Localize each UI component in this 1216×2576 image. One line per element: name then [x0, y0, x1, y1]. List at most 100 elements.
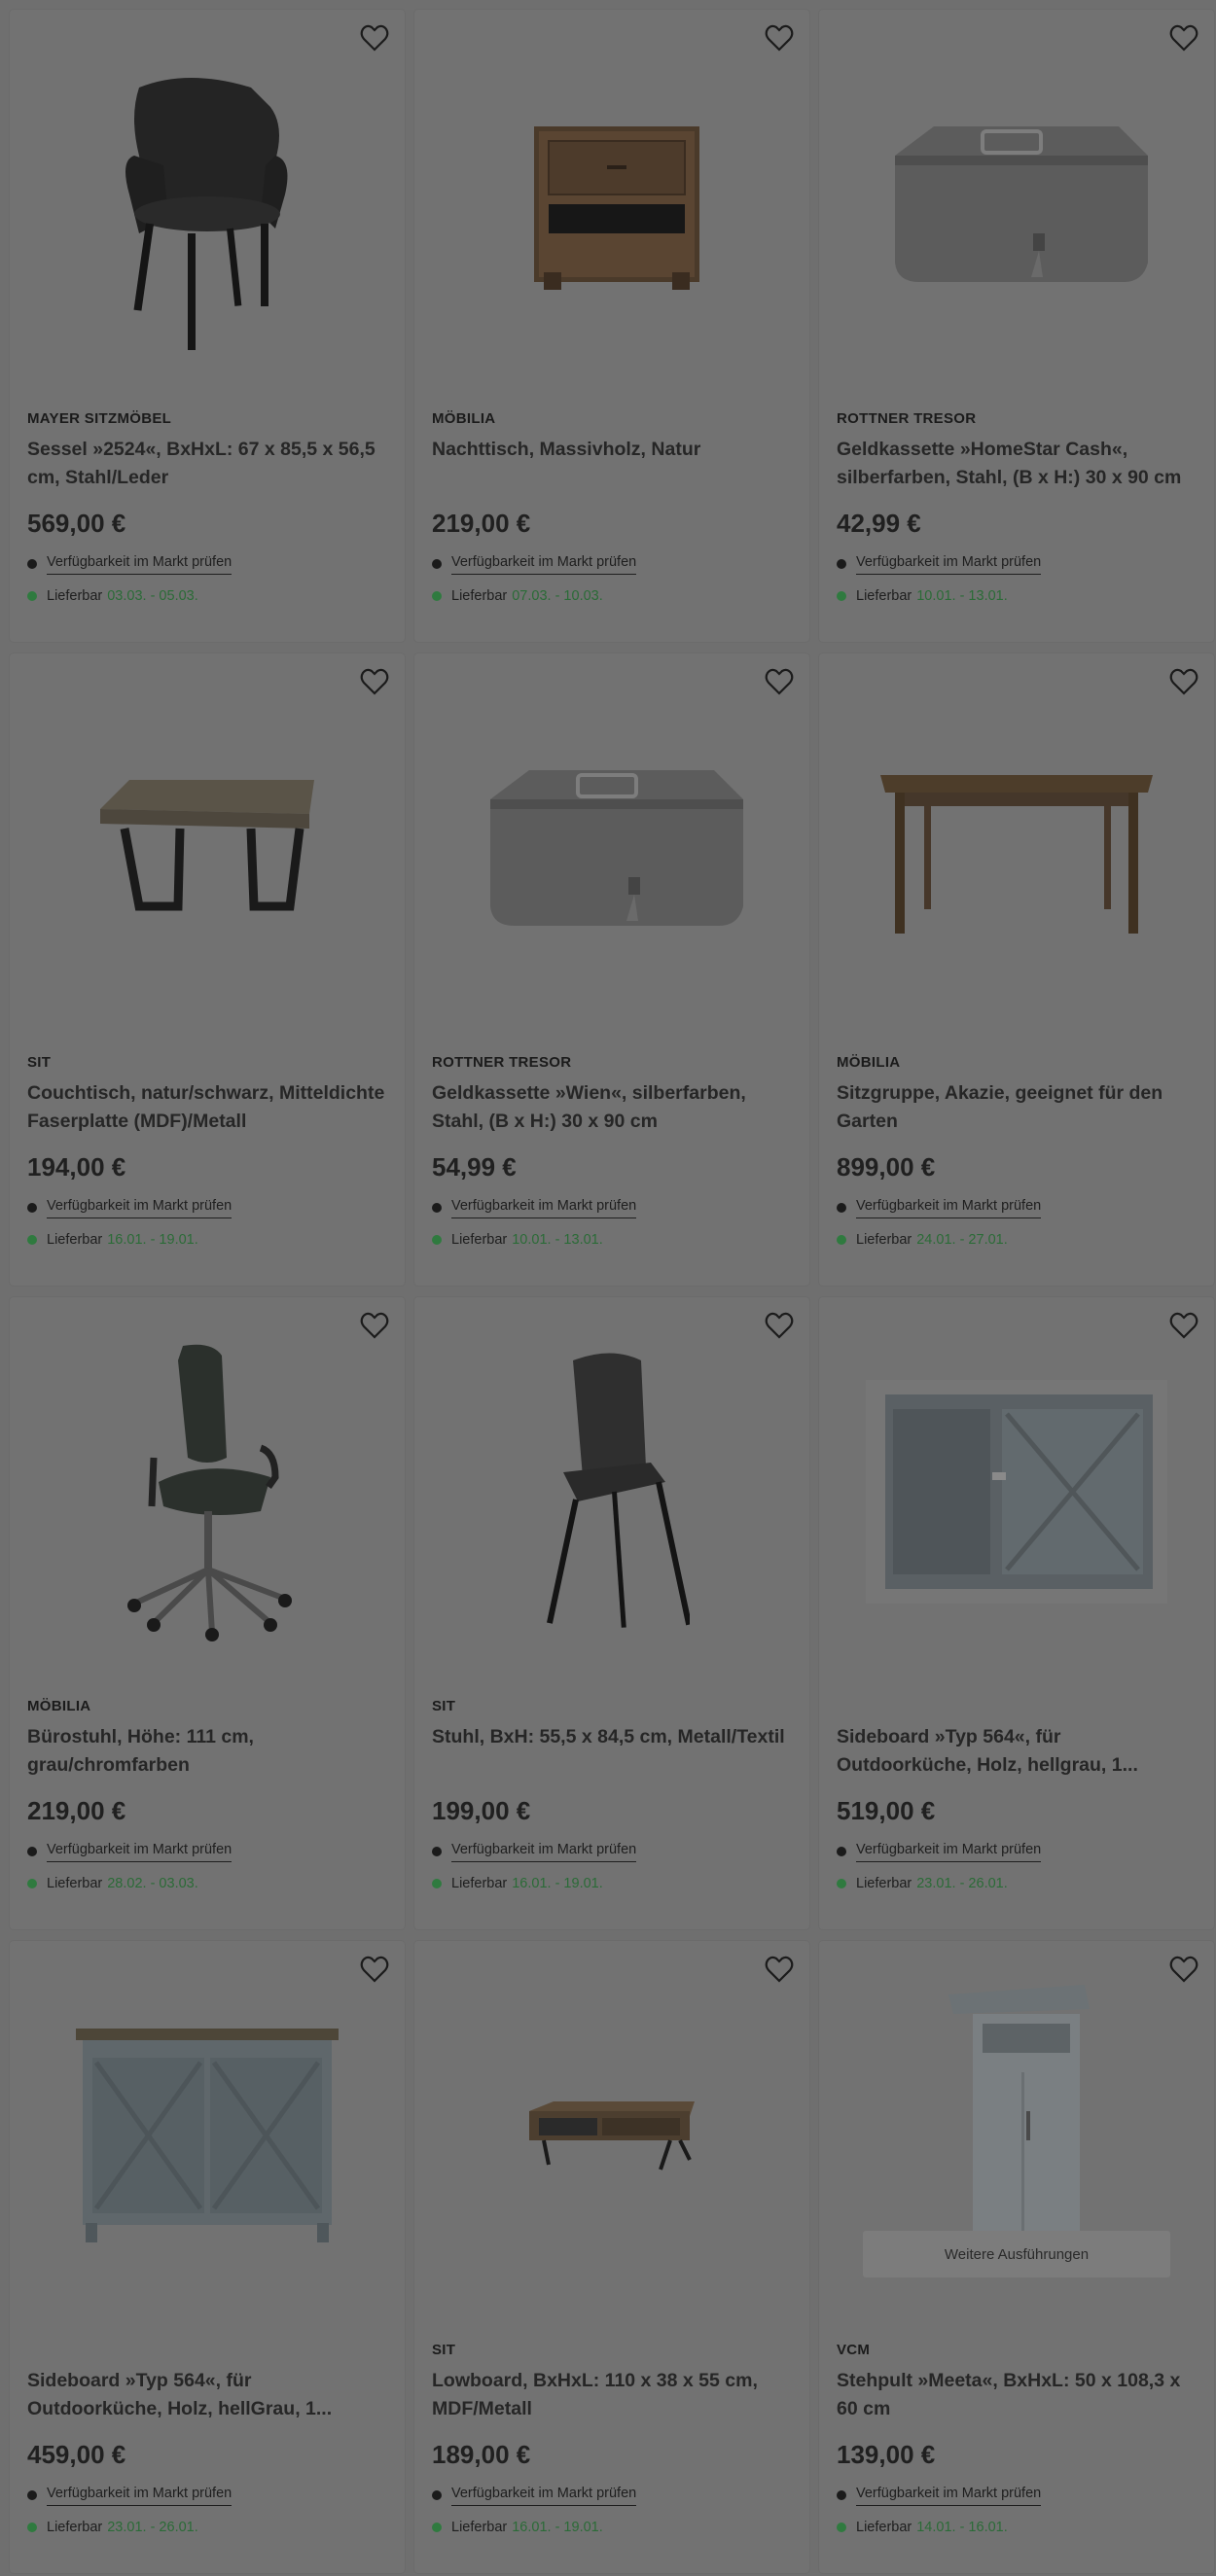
delivery-label: Lieferbar — [451, 588, 508, 604]
product-title[interactable]: Geldkassette »HomeStar Cash«, silberfarb… — [837, 436, 1198, 492]
product-brand: VCM — [837, 2342, 871, 2358]
favorite-heart-icon[interactable] — [1167, 1953, 1200, 1986]
product-card[interactable]: ROTTNER TRESOR Geldkassette »HomeStar Ca… — [819, 10, 1214, 642]
product-info: MÖBILIA Bürostuhl, Höhe: 111 cm, grau/ch… — [27, 1698, 389, 1891]
product-card[interactable]: Sideboard »Typ 564«, für Outdoorküche, H… — [10, 1941, 405, 2573]
product-image[interactable] — [414, 10, 809, 399]
check-availability-link[interactable]: Verfügbarkeit im Markt prüfen — [451, 1198, 637, 1218]
favorite-heart-icon[interactable] — [358, 1309, 391, 1342]
product-info: ROTTNER TRESOR Geldkassette »Wien«, silb… — [432, 1054, 794, 1248]
favorite-heart-icon[interactable] — [763, 665, 796, 698]
check-availability-link[interactable]: Verfügbarkeit im Markt prüfen — [47, 1842, 232, 1862]
product-image[interactable] — [819, 653, 1214, 1042]
product-image[interactable] — [10, 1941, 405, 2330]
product-image[interactable] — [10, 653, 405, 1042]
product-title[interactable]: Bürostuhl, Höhe: 111 cm, grau/chromfarbe… — [27, 1723, 389, 1780]
delivery-label: Lieferbar — [856, 2520, 912, 2535]
product-info: SIT Stuhl, BxH: 55,5 x 84,5 cm, Metall/T… — [432, 1698, 794, 1891]
product-card[interactable]: SIT Stuhl, BxH: 55,5 x 84,5 cm, Metall/T… — [414, 1297, 809, 1929]
product-image[interactable] — [819, 10, 1214, 399]
delivery-row: Lieferbar 07.03. - 10.03. — [432, 588, 794, 604]
product-price: 219,00 € — [27, 1796, 126, 1825]
delivery-dot-icon — [27, 591, 37, 601]
product-info: MAYER SITZMÖBEL Sessel »2524«, BxHxL: 67… — [27, 410, 389, 604]
product-title[interactable]: Couchtisch, natur/schwarz, Mitteldichte … — [27, 1079, 389, 1136]
product-price: 194,00 € — [27, 1152, 126, 1182]
product-image[interactable] — [10, 1297, 405, 1686]
product-title[interactable]: Sessel »2524«, BxHxL: 67 x 85,5 x 56,5 c… — [27, 436, 389, 492]
product-image[interactable] — [819, 1297, 1214, 1686]
check-availability-link[interactable]: Verfügbarkeit im Markt prüfen — [451, 2486, 637, 2506]
product-price: 519,00 € — [837, 1796, 936, 1825]
delivery-label: Lieferbar — [856, 1876, 912, 1891]
delivery-dot-icon — [27, 1235, 37, 1245]
availability-dot-icon — [837, 1847, 846, 1856]
delivery-dot-icon — [432, 591, 442, 601]
delivery-label: Lieferbar — [451, 2520, 508, 2535]
nightstand-image — [534, 126, 699, 290]
availability-dot-icon — [27, 1847, 37, 1856]
delivery-row: Lieferbar 14.01. - 16.01. — [837, 2520, 1198, 2535]
delivery-dot-icon — [837, 2523, 846, 2532]
delivery-dates: 14.01. - 16.01. — [916, 2520, 1008, 2535]
product-image[interactable] — [414, 653, 809, 1042]
favorite-heart-icon[interactable] — [358, 21, 391, 54]
favorite-heart-icon[interactable] — [1167, 665, 1200, 698]
availability-dot-icon — [27, 2490, 37, 2500]
product-image[interactable] — [10, 10, 405, 399]
product-image[interactable] — [414, 1941, 809, 2330]
favorite-heart-icon[interactable] — [1167, 21, 1200, 54]
check-availability-link[interactable]: Verfügbarkeit im Markt prüfen — [47, 554, 232, 575]
check-availability-link[interactable]: Verfügbarkeit im Markt prüfen — [451, 1842, 637, 1862]
product-card[interactable]: MÖBILIA Sitzgruppe, Akazie, geeignet für… — [819, 653, 1214, 1286]
delivery-dates: 23.01. - 26.01. — [107, 2520, 198, 2535]
delivery-label: Lieferbar — [856, 1232, 912, 1248]
availability-row: Verfügbarkeit im Markt prüfen — [27, 2484, 389, 2507]
availability-dot-icon — [432, 559, 442, 569]
dining-chair-image — [547, 1353, 690, 1628]
product-card[interactable]: Weitere Ausführungen VCM Stehpult »Meeta… — [819, 1941, 1214, 2573]
favorite-heart-icon[interactable] — [763, 21, 796, 54]
product-price: 899,00 € — [837, 1152, 936, 1182]
product-brand — [27, 2342, 389, 2361]
check-availability-link[interactable]: Verfügbarkeit im Markt prüfen — [856, 1198, 1042, 1218]
check-availability-link[interactable]: Verfügbarkeit im Markt prüfen — [47, 1198, 232, 1218]
product-title[interactable]: Lowboard, BxHxL: 110 x 38 x 55 cm, MDF/M… — [432, 2367, 794, 2423]
product-title[interactable]: Sitzgruppe, Akazie, geeignet für den Gar… — [837, 1079, 1198, 1136]
check-availability-link[interactable]: Verfügbarkeit im Markt prüfen — [47, 2486, 232, 2506]
product-price: 219,00 € — [432, 509, 531, 538]
favorite-heart-icon[interactable] — [763, 1953, 796, 1986]
product-card[interactable]: MÖBILIA Bürostuhl, Höhe: 111 cm, grau/ch… — [10, 1297, 405, 1929]
product-card[interactable]: Sideboard »Typ 564«, für Outdoorküche, H… — [819, 1297, 1214, 1929]
delivery-row: Lieferbar 16.01. - 19.01. — [27, 1232, 389, 1248]
product-title[interactable]: Geldkassette »Wien«, silberfarben, Stahl… — [432, 1079, 794, 1136]
check-availability-link[interactable]: Verfügbarkeit im Markt prüfen — [451, 554, 637, 575]
delivery-row: Lieferbar 03.03. - 05.03. — [27, 588, 389, 604]
delivery-dates: 10.01. - 13.01. — [916, 588, 1008, 604]
product-card[interactable]: SIT Lowboard, BxHxL: 110 x 38 x 55 cm, M… — [414, 1941, 809, 2573]
check-availability-link[interactable]: Verfügbarkeit im Markt prüfen — [856, 554, 1042, 575]
check-availability-link[interactable]: Verfügbarkeit im Markt prüfen — [856, 1842, 1042, 1862]
check-availability-link[interactable]: Verfügbarkeit im Markt prüfen — [856, 2486, 1042, 2506]
favorite-heart-icon[interactable] — [763, 1309, 796, 1342]
product-title[interactable]: Stuhl, BxH: 55,5 x 84,5 cm, Metall/Texti… — [432, 1723, 794, 1780]
product-card[interactable]: SIT Couchtisch, natur/schwarz, Mitteldic… — [10, 653, 405, 1286]
product-title[interactable]: Stehpult »Meeta«, BxHxL: 50 x 108,3 x 60… — [837, 2367, 1198, 2423]
product-info: SIT Couchtisch, natur/schwarz, Mitteldic… — [27, 1054, 389, 1248]
product-info: VCM Stehpult »Meeta«, BxHxL: 50 x 108,3 … — [837, 2342, 1198, 2535]
product-card[interactable]: MÖBILIA Nachttisch, Massivholz, Natur 21… — [414, 10, 809, 642]
product-card[interactable]: MAYER SITZMÖBEL Sessel »2524«, BxHxL: 67… — [10, 10, 405, 642]
delivery-dot-icon — [837, 1879, 846, 1888]
favorite-heart-icon[interactable] — [1167, 1309, 1200, 1342]
favorite-heart-icon[interactable] — [358, 1953, 391, 1986]
product-title[interactable]: Nachttisch, Massivholz, Natur — [432, 436, 794, 492]
product-title[interactable]: Sideboard »Typ 564«, für Outdoorküche, H… — [837, 1723, 1198, 1780]
favorite-heart-icon[interactable] — [358, 665, 391, 698]
product-title[interactable]: Sideboard »Typ 564«, für Outdoorküche, H… — [27, 2367, 389, 2423]
more-variants-button[interactable]: Weitere Ausführungen — [863, 2231, 1170, 2277]
product-card[interactable]: ROTTNER TRESOR Geldkassette »Wien«, silb… — [414, 653, 809, 1286]
product-info: ROTTNER TRESOR Geldkassette »HomeStar Ca… — [837, 410, 1198, 604]
delivery-dot-icon — [27, 1879, 37, 1888]
product-image[interactable] — [414, 1297, 809, 1686]
delivery-row: Lieferbar 24.01. - 27.01. — [837, 1232, 1198, 1248]
